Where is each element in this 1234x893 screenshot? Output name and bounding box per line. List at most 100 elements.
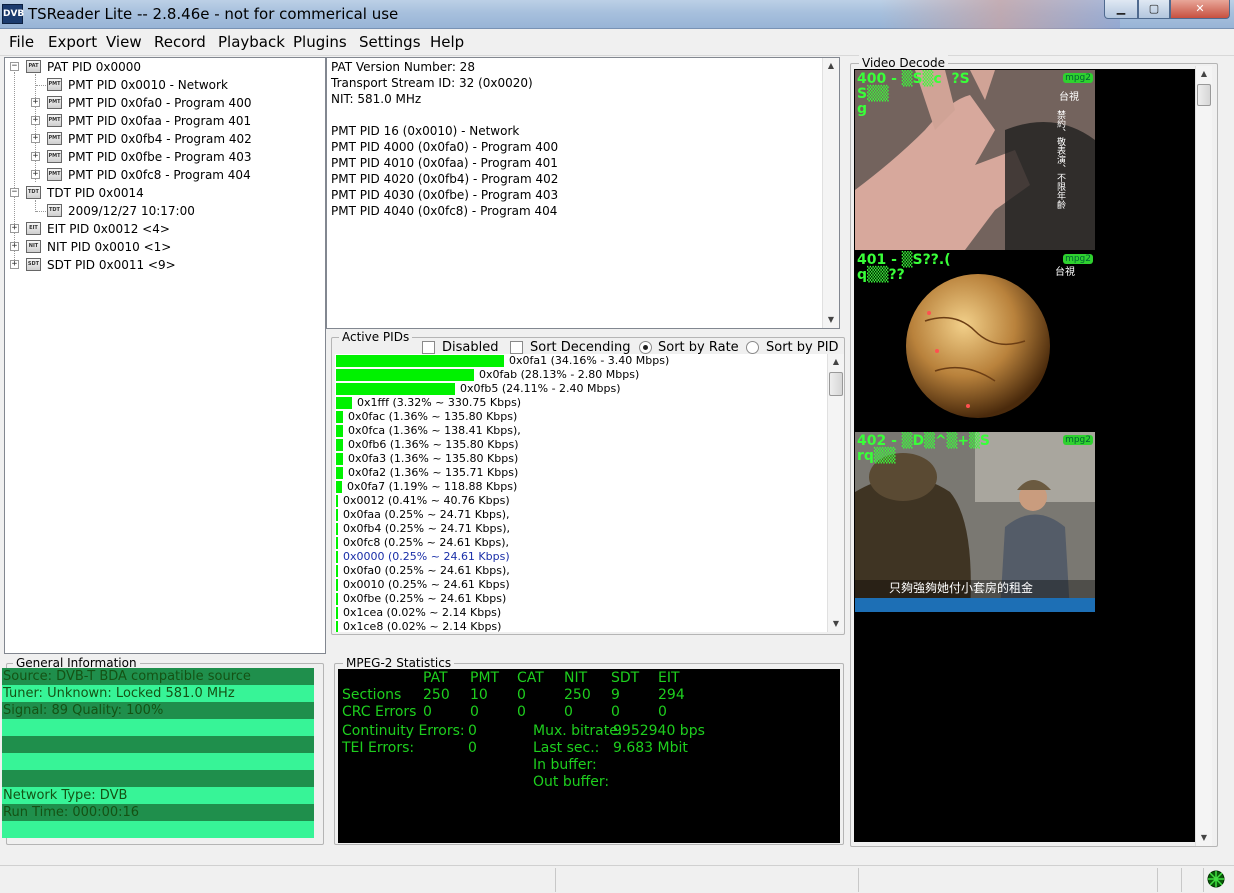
tree-node-eit[interactable]: + EIT EIT PID 0x0012 <4> [5,220,305,238]
pid-rate-text: 0x0fbe (0.25% ~ 24.61 Kbps) [343,592,507,605]
active-pids-caption: Active PIDs [339,329,413,345]
pid-row[interactable]: 0x0fa2 (1.36% ~ 135.71 Kbps) [335,466,829,480]
pid-row[interactable]: 0x0fa0 (0.25% ~ 24.61 Kbps), [335,564,829,578]
pid-row[interactable]: 0x1ce8 (0.02% ~ 2.14 Kbps) [335,620,829,632]
sections-sdt: 9 [611,687,620,703]
menu-settings[interactable]: Settings [359,33,421,51]
tree-node-pmt-403[interactable]: + PMT PMT PID 0x0fbe - Program 403 [5,148,305,166]
pid-list-scrollbar[interactable]: ▲ ▼ [827,354,844,632]
expand-icon[interactable]: + [31,116,40,125]
pid-rate-text: 0x0fac (1.36% ~ 135.80 Kbps) [348,410,518,423]
expand-icon[interactable]: + [10,224,19,233]
video-scrollbar[interactable]: ▲ ▼ [1195,66,1212,846]
tree-node-pmt-402[interactable]: + PMT PMT PID 0x0fb4 - Program 402 [5,130,305,148]
expand-icon[interactable]: + [10,242,19,251]
pid-row[interactable]: 0x0fb5 (24.11% - 2.40 Mbps) [335,382,829,396]
sort-by-pid-radio[interactable] [746,341,759,354]
video-frame-400[interactable]: 禁約、敬表演、不限年齡 400 - ▒S▒c ?S S▒▒ g mpg2 台視 [855,70,1095,250]
pat-table-icon: PAT [26,60,41,73]
info-row: Source: DVB-T BDA compatible source [2,668,314,685]
details-pane[interactable]: PAT Version Number: 28 Transport Stream … [326,57,840,329]
tree-node-sdt[interactable]: + SDT SDT PID 0x0011 <9> [5,256,305,274]
continuity-errors-label: Continuity Errors: [342,723,465,739]
pid-row[interactable]: 0x0faa (0.25% ~ 24.71 Kbps), [335,508,829,522]
pid-row[interactable]: 0x0010 (0.25% ~ 24.61 Kbps) [335,578,829,592]
scroll-thumb[interactable] [829,372,843,396]
tree-node-pmt-404[interactable]: + PMT PMT PID 0x0fc8 - Program 404 [5,166,305,184]
pid-rate-bar [336,467,343,479]
pid-row[interactable]: 0x1cea (0.02% ~ 2.14 Kbps) [335,606,829,620]
pid-row[interactable]: 0x0000 (0.25% ~ 24.61 Kbps) [335,550,829,564]
collapse-icon[interactable]: − [10,62,19,71]
status-divider [1181,868,1182,892]
minimize-button[interactable]: ▁ [1104,0,1138,19]
pid-rate-text: 0x0fca (1.36% ~ 138.41 Kbps), [348,424,521,437]
scroll-thumb[interactable] [1197,84,1211,106]
scroll-up-icon[interactable]: ▲ [828,354,844,370]
pid-rate-bar [336,523,338,535]
menu-playback[interactable]: Playback [218,33,285,51]
expand-icon[interactable]: + [31,170,40,179]
crc-cat: 0 [517,704,526,720]
scroll-down-icon[interactable]: ▼ [828,616,844,632]
disabled-label: Disabled [442,340,499,355]
menu-export[interactable]: Export [48,33,97,51]
pid-row[interactable]: 0x0fa7 (1.19% ~ 118.88 Kbps) [335,480,829,494]
pid-row[interactable]: 0x0fc8 (0.25% ~ 24.61 Kbps), [335,536,829,550]
pid-row[interactable]: 0x0fab (28.13% - 2.80 Mbps) [335,368,829,382]
pid-row[interactable]: 0x0012 (0.41% ~ 40.76 Kbps) [335,494,829,508]
pid-list[interactable]: 0x0fa1 (34.16% - 3.40 Mbps) 0x0fab (28.13… [335,354,829,632]
video-frame-401[interactable]: 401 - ▒S??.( q▒▒?? mpg2 台視 [855,251,1095,431]
close-button[interactable]: ✕ [1170,0,1230,19]
app-icon[interactable]: DVB [2,4,24,24]
pid-row[interactable]: 0x0fb6 (1.36% ~ 135.80 Kbps) [335,438,829,452]
menu-help[interactable]: Help [430,33,464,51]
pid-row[interactable]: 0x0fa1 (34.16% - 3.40 Mbps) [335,354,829,368]
tree-node-tdt-time[interactable]: TDT 2009/12/27 10:17:00 [5,202,305,220]
pid-rate-bar [336,481,342,493]
tree-node-nit[interactable]: + NIT NIT PID 0x0010 <1> [5,238,305,256]
pid-row[interactable]: 0x0fca (1.36% ~ 138.41 Kbps), [335,424,829,438]
scroll-down-icon[interactable]: ▼ [1196,830,1212,846]
scroll-down-icon[interactable]: ▼ [823,312,839,328]
expand-icon[interactable]: + [10,260,19,269]
collapse-icon[interactable]: − [10,188,19,197]
pid-row[interactable]: 0x0fb4 (0.25% ~ 24.71 Kbps), [335,522,829,536]
sort-by-rate-radio[interactable] [639,341,652,354]
pid-rate-text: 0x0fb4 (0.25% ~ 24.71 Kbps), [343,522,510,535]
menu-view[interactable]: View [106,33,142,51]
expand-icon[interactable]: + [31,98,40,107]
pid-rate-bar [336,579,338,591]
pid-rate-bar [336,607,338,619]
maximize-button[interactable]: ▢ [1138,0,1170,19]
tree-node-tdt[interactable]: − TDT TDT PID 0x0014 [5,184,305,202]
detail-line: NIT: 581.0 MHz [331,92,422,106]
menu-plugins[interactable]: Plugins [293,33,347,51]
tree-node-pmt-401[interactable]: + PMT PMT PID 0x0faa - Program 401 [5,112,305,130]
details-scrollbar[interactable]: ▲ ▼ [822,58,839,328]
tree-node-pmt-network[interactable]: PMT PMT PID 0x0010 - Network [5,76,305,94]
pid-rate-text: 0x0fa0 (0.25% ~ 24.61 Kbps), [343,564,510,577]
tree-node-pmt-400[interactable]: + PMT PMT PID 0x0fa0 - Program 400 [5,94,305,112]
video-frame-402[interactable]: 402 - ▒D▒^▒+▒S rq▒▒ mpg2 只夠強夠她付小套房的租金 [855,432,1095,612]
menu-file[interactable]: File [9,33,34,51]
stats-col-nit: NIT [564,670,588,686]
detail-line: PMT PID 4000 (0x0fa0) - Program 400 [331,140,559,154]
menu-record[interactable]: Record [154,33,206,51]
pid-rate-text: 0x0010 (0.25% ~ 24.61 Kbps) [343,578,510,591]
expand-icon[interactable]: + [31,134,40,143]
sort-descending-checkbox[interactable] [510,341,523,354]
expand-icon[interactable]: + [31,152,40,161]
pid-row[interactable]: 0x1fff (3.32% ~ 330.75 Kbps) [335,396,829,410]
scroll-up-icon[interactable]: ▲ [823,58,839,74]
pid-row[interactable]: 0x0fa3 (1.36% ~ 135.80 Kbps) [335,452,829,466]
scroll-up-icon[interactable]: ▲ [1196,66,1212,82]
tree-node-pat[interactable]: − PAT PAT PID 0x0000 [5,58,305,76]
pid-rate-bar [336,369,474,381]
info-row [2,770,314,787]
disabled-checkbox[interactable] [422,341,435,354]
close-icon: ✕ [1195,2,1205,15]
pid-tree[interactable]: − PAT PAT PID 0x0000 PMT PMT PID 0x0010 … [4,57,326,654]
pid-row[interactable]: 0x0fbe (0.25% ~ 24.61 Kbps) [335,592,829,606]
pid-row[interactable]: 0x0fac (1.36% ~ 135.80 Kbps) [335,410,829,424]
